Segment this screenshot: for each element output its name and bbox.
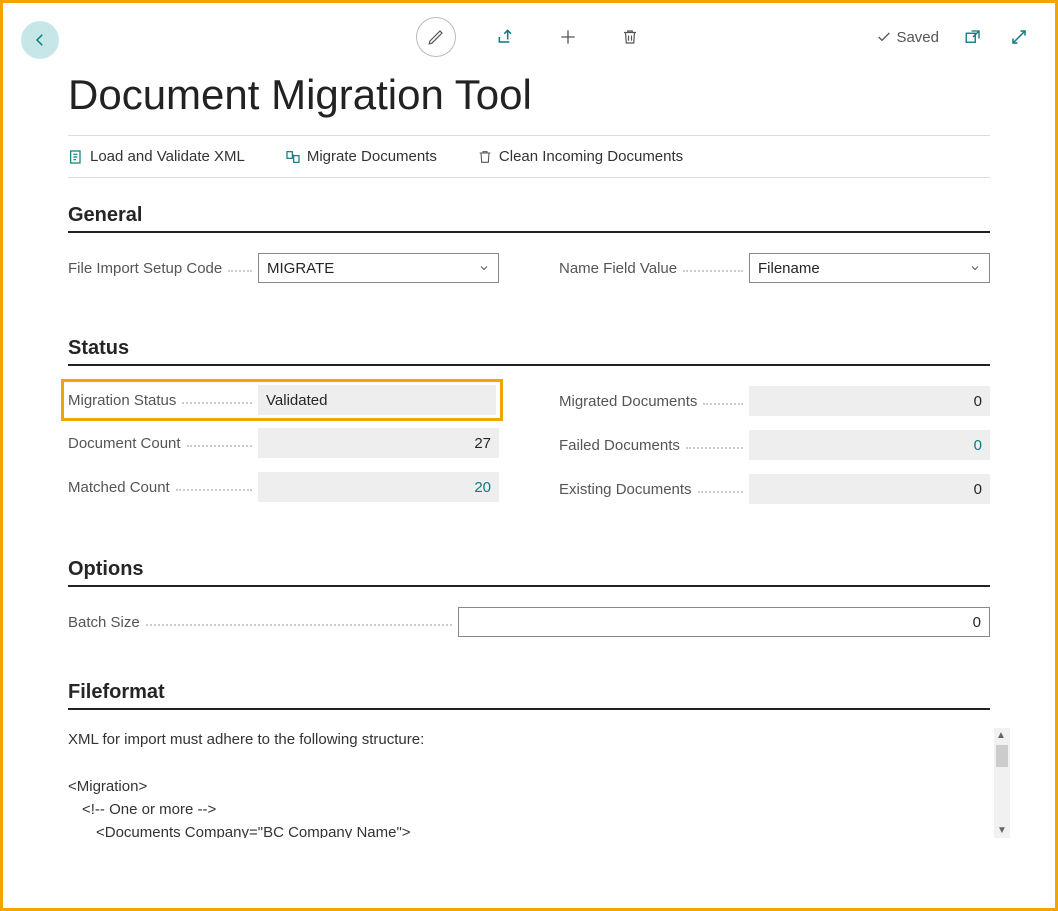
xml-icon: [68, 149, 84, 165]
scroll-thumb[interactable]: [996, 745, 1008, 767]
name-field-value: Filename: [758, 260, 820, 277]
action-label: Load and Validate XML: [90, 148, 245, 165]
section-status: Status: [68, 337, 990, 366]
chevron-down-icon: [969, 262, 981, 274]
new-button[interactable]: [556, 25, 580, 49]
file-import-label: File Import Setup Code: [68, 260, 222, 277]
existing-docs-label: Existing Documents: [559, 481, 692, 498]
file-import-value: MIGRATE: [267, 260, 334, 277]
pencil-icon: [427, 28, 445, 46]
scroll-up-icon[interactable]: ▲: [996, 728, 1008, 743]
plus-icon: [558, 27, 578, 47]
check-icon: [876, 29, 892, 45]
batch-size-input[interactable]: 0: [458, 607, 990, 637]
fileformat-scrollbar[interactable]: ▲ ▼: [994, 728, 1010, 838]
migration-status-label: Migration Status: [68, 392, 176, 409]
matched-count-value[interactable]: 20: [258, 472, 499, 502]
matched-count-label: Matched Count: [68, 479, 170, 496]
failed-docs-label: Failed Documents: [559, 437, 680, 454]
edit-button[interactable]: [416, 17, 456, 57]
section-options: Options: [68, 558, 990, 587]
migration-status-value: Validated: [258, 385, 496, 415]
fileformat-intro: XML for import must adhere to the follow…: [68, 728, 990, 751]
trash-icon: [621, 27, 639, 47]
expand-button[interactable]: [1007, 25, 1031, 49]
action-bar: Load and Validate XML Migrate Documents …: [68, 136, 990, 177]
batch-size-label: Batch Size: [68, 614, 140, 631]
divider: [68, 177, 990, 178]
action-label: Clean Incoming Documents: [499, 148, 683, 165]
migrate-icon: [285, 149, 301, 165]
name-field-label: Name Field Value: [559, 260, 677, 277]
migration-status-highlight: Migration Status Validated: [61, 379, 503, 421]
document-count-value: 27: [258, 428, 499, 458]
clean-icon: [477, 149, 493, 165]
migrate-documents-action[interactable]: Migrate Documents: [285, 148, 437, 165]
arrow-left-icon: [31, 31, 49, 49]
name-field-select[interactable]: Filename: [749, 253, 990, 283]
popout-button[interactable]: [961, 25, 985, 49]
xml-line: <Documents Company="BC Company Name">: [68, 821, 990, 838]
migrated-docs-label: Migrated Documents: [559, 393, 697, 410]
saved-indicator: Saved: [876, 29, 939, 46]
chevron-down-icon: [478, 262, 490, 274]
share-icon: [496, 27, 516, 47]
xml-line: <Migration>: [68, 775, 990, 798]
page-title: Document Migration Tool: [68, 71, 990, 119]
failed-docs-value[interactable]: 0: [749, 430, 990, 460]
migrated-docs-value: 0: [749, 386, 990, 416]
clean-documents-action[interactable]: Clean Incoming Documents: [477, 148, 683, 165]
load-validate-xml-action[interactable]: Load and Validate XML: [68, 148, 245, 165]
section-fileformat: Fileformat: [68, 681, 990, 710]
share-button[interactable]: [494, 25, 518, 49]
expand-icon: [1010, 28, 1028, 46]
saved-label: Saved: [896, 29, 939, 46]
existing-docs-value: 0: [749, 474, 990, 504]
back-button[interactable]: [21, 21, 59, 59]
scroll-down-icon[interactable]: ▼: [997, 823, 1007, 838]
document-count-label: Document Count: [68, 435, 181, 452]
fileformat-body: XML for import must adhere to the follow…: [68, 728, 990, 838]
xml-line: <!-- One or more -->: [68, 798, 990, 821]
action-label: Migrate Documents: [307, 148, 437, 165]
popout-icon: [964, 28, 982, 46]
file-import-select[interactable]: MIGRATE: [258, 253, 499, 283]
section-general: General: [68, 204, 990, 233]
delete-button[interactable]: [618, 25, 642, 49]
